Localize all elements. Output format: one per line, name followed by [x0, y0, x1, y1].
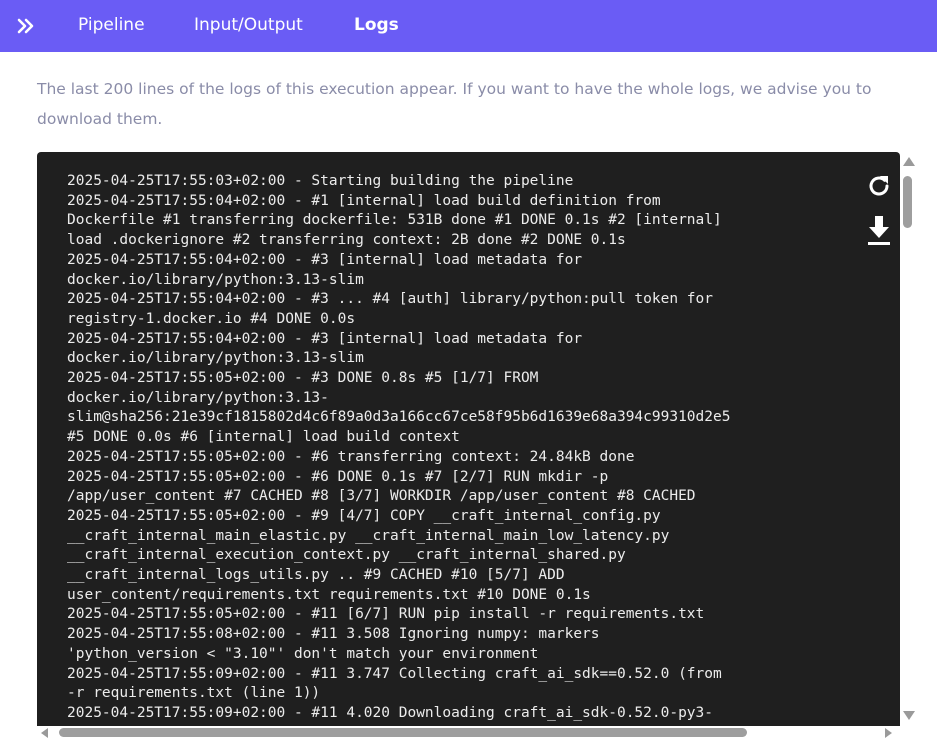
scroll-down-arrow-icon[interactable]: [903, 711, 915, 720]
scroll-right-arrow-icon[interactable]: [885, 728, 892, 738]
download-logs-button[interactable]: [865, 214, 893, 248]
log-line: 2025-04-25T17:55:05+02:00 - #6 DONE 0.1s…: [67, 468, 609, 485]
log-horizontal-scrollbar[interactable]: [37, 726, 900, 738]
tab-logs[interactable]: Logs: [354, 15, 399, 35]
log-line: user_content/requirements.txt requiremen…: [67, 586, 591, 603]
log-line: 2025-04-25T17:55:04+02:00 - #1 [internal…: [67, 192, 661, 209]
tab-pipeline[interactable]: Pipeline: [78, 15, 145, 35]
log-line: docker.io/library/python:3.13-slim: [67, 271, 364, 288]
refresh-logs-button[interactable]: [865, 172, 893, 200]
log-line: 'python_version < "3.10"' don't match yo…: [67, 645, 539, 662]
log-line: __craft_internal_main_elastic.py __craft…: [67, 527, 670, 544]
log-content: 2025-04-25T17:55:03+02:00 - Starting bui…: [67, 172, 787, 724]
log-vertical-scrollbar[interactable]: [900, 152, 916, 724]
log-line: 2025-04-25T17:55:05+02:00 - #9 [4/7] COP…: [67, 507, 661, 524]
log-line: 2025-04-25T17:55:04+02:00 - #3 ... #4 [a…: [67, 291, 714, 308]
download-icon: [868, 216, 890, 245]
log-line: 2025-04-25T17:55:09+02:00 - #11 3.747 Co…: [67, 665, 722, 682]
tab-input-output[interactable]: Input/Output: [194, 15, 303, 35]
log-line: docker.io/library/python:3.13-slim: [67, 350, 364, 367]
scrollbar-thumb[interactable]: [903, 176, 912, 228]
log-line: 2025-04-25T17:55:09+02:00 - #11 4.020 Do…: [67, 704, 714, 721]
logs-intro-text: The last 200 lines of the logs of this e…: [37, 80, 872, 128]
refresh-icon: [869, 176, 889, 196]
top-navigation-bar: Pipeline Input/Output Logs: [0, 0, 937, 52]
log-line: registry-1.docker.io #4 DONE 0.0s: [67, 310, 356, 327]
log-line: 2025-04-25T17:55:05+02:00 - #6 transferr…: [67, 448, 635, 465]
log-line: -r requirements.txt (line 1)): [67, 685, 321, 702]
double-chevron-right-icon: [17, 18, 34, 34]
log-line: __craft_internal_logs_utils.py .. #9 CAC…: [67, 567, 565, 584]
log-line: Dockerfile #1 transferring dockerfile: 5…: [67, 212, 722, 229]
log-line: slim@sha256:21e39cf1815802d4c6f89a0d3a16…: [67, 409, 731, 426]
scrollbar-thumb[interactable]: [59, 728, 747, 737]
log-line: 2025-04-25T17:55:03+02:00 - Starting bui…: [67, 173, 574, 189]
log-line: docker.io/library/python:3.13-: [67, 389, 329, 406]
expand-sidebar-button[interactable]: [0, 0, 52, 52]
log-line: 2025-04-25T17:55:05+02:00 - #11 [6/7] RU…: [67, 606, 705, 623]
scroll-left-arrow-icon[interactable]: [41, 728, 48, 738]
log-line: load .dockerignore #2 transferring conte…: [67, 232, 626, 249]
scroll-up-arrow-icon[interactable]: [903, 157, 915, 166]
log-line: 2025-04-25T17:55:05+02:00 - #3 DONE 0.8s…: [67, 370, 539, 387]
log-line: /app/user_content #7 CACHED #8 [3/7] WOR…: [67, 488, 696, 505]
log-viewer: 2025-04-25T17:55:03+02:00 - Starting bui…: [37, 152, 900, 738]
log-line: __craft_internal_execution_context.py __…: [67, 547, 626, 564]
log-line: 2025-04-25T17:55:04+02:00 - #3 [internal…: [67, 251, 583, 268]
log-line: #5 DONE 0.0s #6 [internal] load build co…: [67, 429, 460, 446]
log-line: 2025-04-25T17:55:04+02:00 - #3 [internal…: [67, 330, 583, 347]
log-line: 2025-04-25T17:55:08+02:00 - #11 3.508 Ig…: [67, 626, 600, 643]
